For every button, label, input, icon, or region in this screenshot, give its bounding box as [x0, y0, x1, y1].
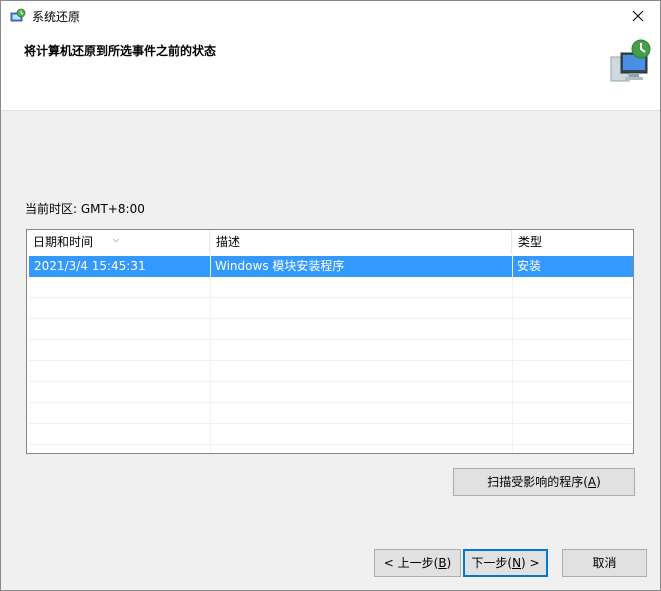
header-panel: 将计算机还原到所选事件之前的状态	[1, 31, 660, 111]
table-row-selected[interactable]: 2021/3/4 15:45:31 Windows 模块安装程序 安装	[29, 256, 633, 277]
sort-arrow-icon: ⌵	[113, 235, 120, 244]
table-row-empty	[29, 424, 631, 445]
system-restore-icon	[10, 8, 26, 22]
cell-description: Windows 模块安装程序	[215, 259, 345, 273]
table-header: 日期和时间 ⌵ 描述 类型	[27, 230, 633, 254]
next-button[interactable]: 下一步(N) >	[463, 549, 548, 577]
restore-points-table[interactable]: 日期和时间 ⌵ 描述 类型 2021/3/4 15:45:31 Windows …	[26, 229, 634, 454]
system-restore-window: 系统还原 将计算机还原到所选事件之前的状态 当前时区: GMT+8:00 日期和…	[0, 0, 661, 591]
close-icon	[632, 10, 643, 22]
back-button[interactable]: < 上一步(B)	[374, 549, 461, 577]
table-row-empty	[29, 361, 631, 382]
column-divider	[512, 254, 513, 453]
cell-datetime: 2021/3/4 15:45:31	[34, 259, 146, 273]
table-row-empty	[29, 382, 631, 403]
column-header-type[interactable]: 类型	[512, 230, 633, 254]
close-button[interactable]	[615, 1, 660, 31]
scan-affected-programs-button[interactable]: 扫描受影响的程序(A)	[453, 468, 635, 496]
column-divider	[210, 254, 211, 453]
timezone-label: 当前时区: GMT+8:00	[25, 202, 145, 216]
page-heading: 将计算机还原到所选事件之前的状态	[24, 44, 217, 58]
cancel-button[interactable]: 取消	[562, 549, 647, 577]
column-header-description[interactable]: 描述	[210, 230, 512, 254]
window-title: 系统还原	[32, 10, 81, 24]
cell-type: 安装	[517, 259, 542, 273]
table-row-empty	[29, 319, 631, 340]
system-restore-computer-icon	[610, 39, 651, 82]
table-row-empty	[29, 277, 631, 298]
table-row-empty	[29, 298, 631, 319]
column-header-datetime[interactable]: 日期和时间 ⌵	[27, 230, 210, 254]
table-row-empty	[29, 340, 631, 361]
table-row-empty	[29, 403, 631, 424]
title-bar[interactable]: 系统还原	[1, 1, 660, 31]
